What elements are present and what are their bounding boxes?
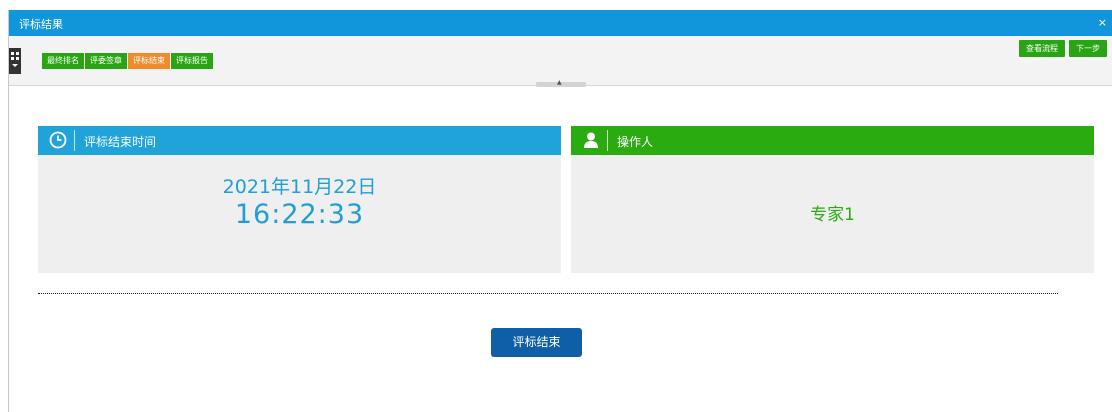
title-bar: 评标结果 × — [9, 10, 1112, 36]
result-window: 评标结果 × 最终排名 评委签章 评标结束 评标报告 查看流程 下一步 ▲ 评标… — [8, 10, 1112, 412]
close-icon[interactable]: × — [1098, 16, 1107, 29]
end-time-value: 16:22:33 — [234, 199, 365, 230]
step-final-ranking[interactable]: 最终排名 — [42, 53, 85, 69]
header-divider — [607, 130, 608, 151]
toolbar-actions: 查看流程 下一步 — [1019, 40, 1107, 57]
operator-panel: 操作人 专家1 — [571, 126, 1094, 273]
step-judge-signature[interactable]: 评委签章 — [85, 53, 128, 69]
next-step-button[interactable]: 下一步 — [1069, 40, 1107, 57]
end-time-title: 评标结束时间 — [84, 135, 157, 149]
clock-icon — [49, 131, 67, 149]
dotted-divider — [38, 293, 1058, 294]
end-time-header: 评标结束时间 — [38, 126, 561, 155]
operator-name: 专家1 — [810, 205, 855, 225]
end-date-value: 2021年11月22日 — [222, 176, 377, 198]
view-process-button[interactable]: 查看流程 — [1019, 40, 1065, 57]
operator-header: 操作人 — [571, 126, 1094, 155]
user-icon — [584, 132, 598, 148]
header-divider — [74, 130, 75, 151]
collapse-up-icon: ▲ — [557, 79, 562, 86]
evaluation-end-button[interactable]: 评标结束 — [491, 328, 582, 357]
operator-title: 操作人 — [617, 135, 654, 149]
step-evaluation-end[interactable]: 评标结束 — [128, 53, 171, 69]
step-tabs: 最终排名 评委签章 评标结束 评标报告 — [42, 53, 214, 69]
step-evaluation-report[interactable]: 评标报告 — [171, 53, 214, 69]
toolbar: 最终排名 评委签章 评标结束 评标报告 查看流程 下一步 ▲ — [9, 36, 1112, 87]
window-title: 评标结果 — [19, 18, 63, 31]
end-time-panel: 评标结束时间 2021年11月22日 16:22:33 — [38, 126, 561, 273]
collapse-handle[interactable]: ▲ — [536, 79, 586, 87]
grid-menu-icon[interactable] — [9, 48, 21, 74]
